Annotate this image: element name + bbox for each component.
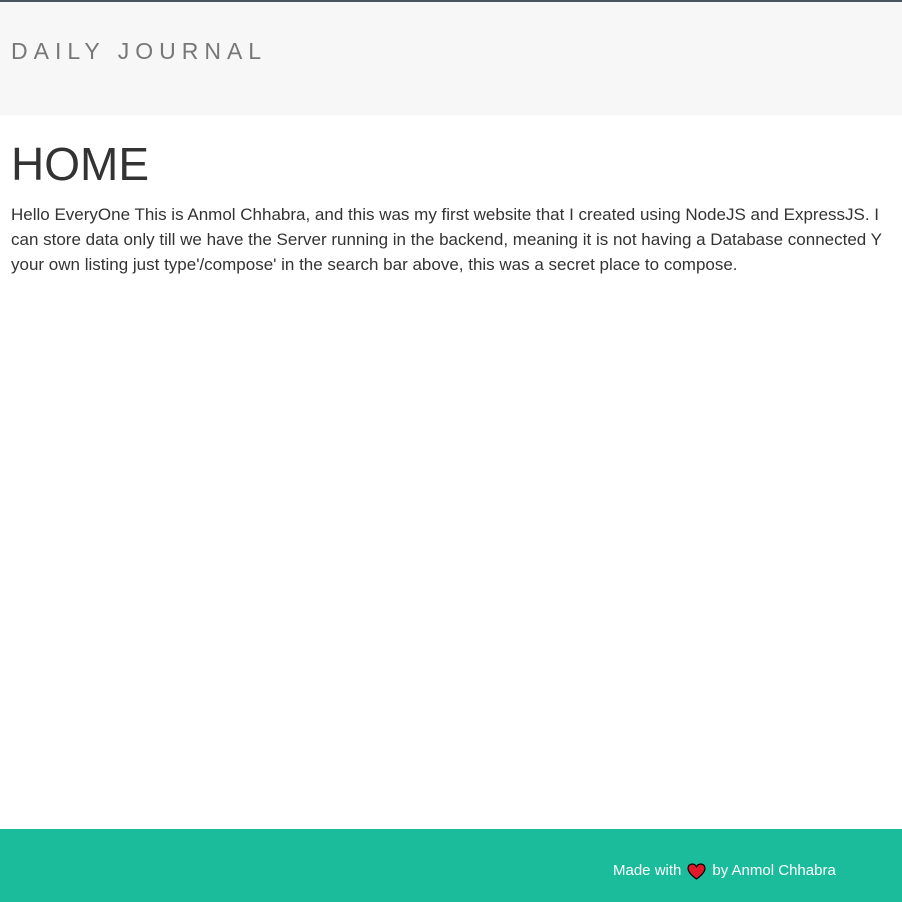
footer-credit: Made with by Anmol Chhabra <box>613 862 836 880</box>
content-line: your own listing just type'/compose' in … <box>11 255 738 275</box>
brand-link[interactable]: DAILY JOURNAL <box>11 40 267 63</box>
page-title: HOME <box>11 138 149 190</box>
content-paragraph: Hello EveryOne This is Anmol Chhabra, an… <box>11 202 902 277</box>
footer-made-with: Made with <box>613 862 682 879</box>
page: DAILY JOURNAL HOME Hello EveryOne This i… <box>0 0 902 902</box>
navbar: DAILY JOURNAL <box>0 0 902 115</box>
footer: Made with by Anmol Chhabra <box>0 829 902 902</box>
content-line: Hello EveryOne This is Anmol Chhabra, an… <box>11 205 880 225</box>
main-content: HOME Hello EveryOne This is Anmol Chhabr… <box>11 115 902 277</box>
content-line: can store data only till we have the Ser… <box>11 230 883 250</box>
footer-author: by Anmol Chhabra <box>712 862 836 879</box>
heart-icon <box>687 862 706 880</box>
